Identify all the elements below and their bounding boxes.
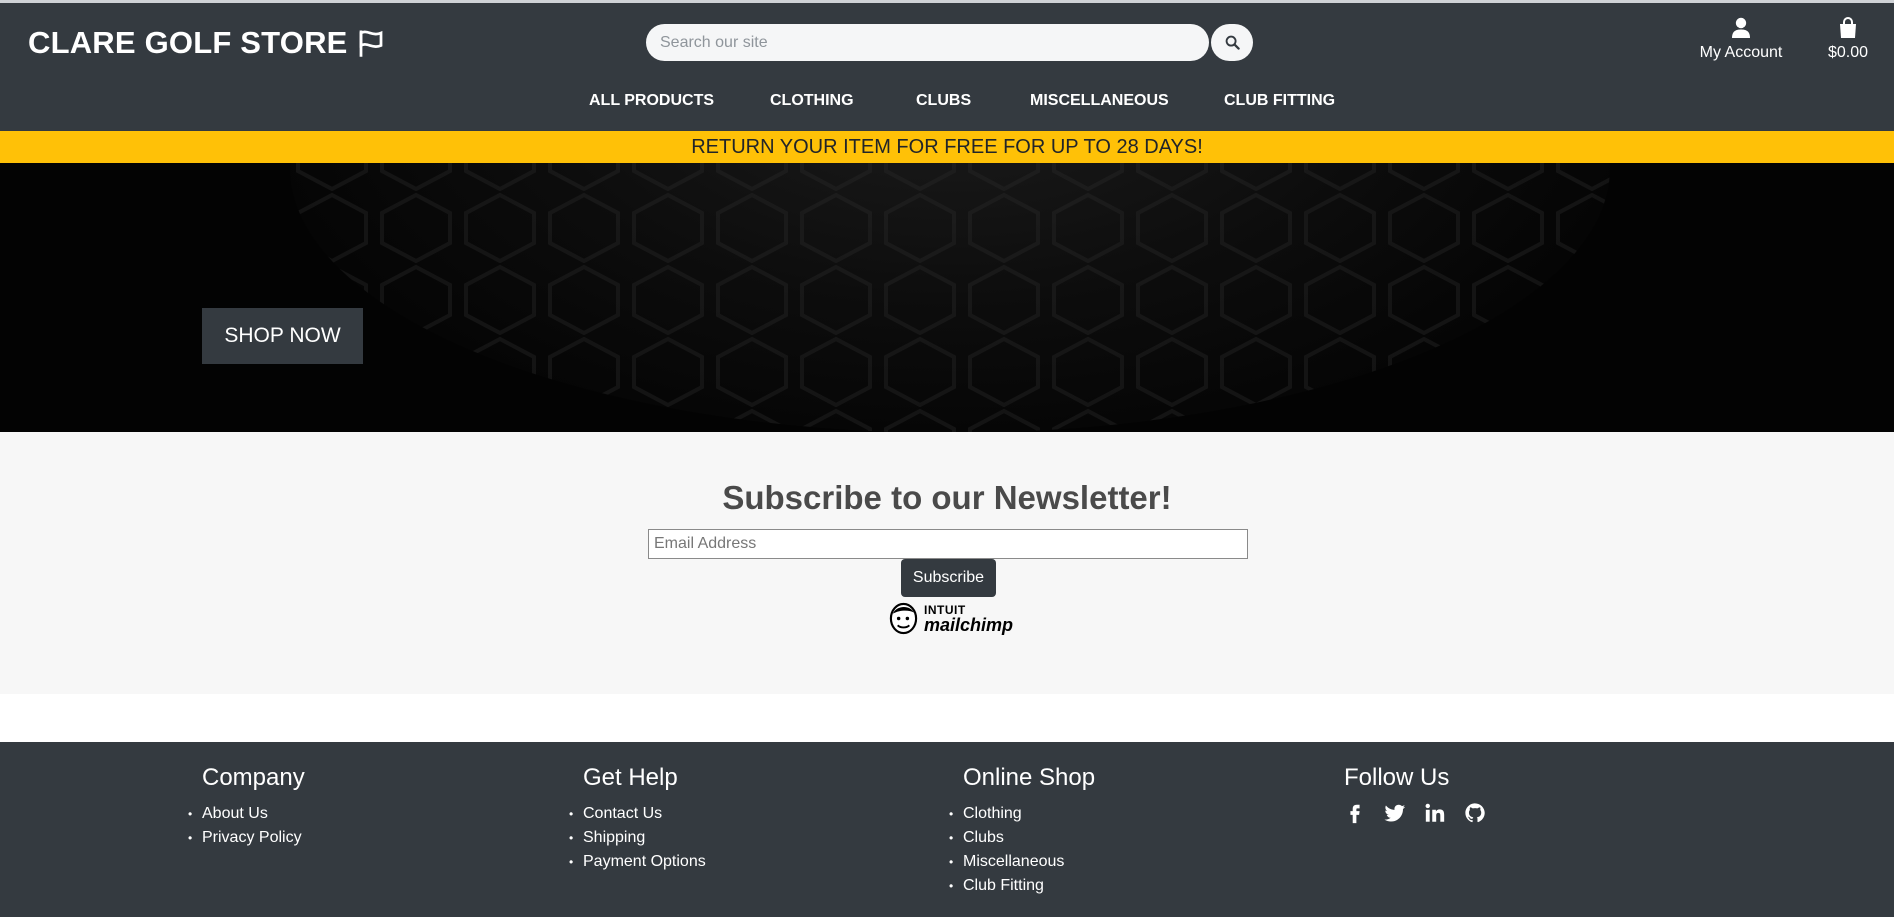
footer-link-shipping[interactable]: Shipping: [583, 829, 645, 846]
newsletter-title: Subscribe to our Newsletter!: [722, 479, 1172, 516]
footer-follow-us: Follow Us: [1344, 764, 1486, 829]
list-item: Privacy Policy: [188, 826, 305, 850]
linkedin-icon: [1425, 803, 1445, 822]
my-account-label: My Account: [1699, 44, 1783, 61]
flag-icon: [359, 30, 382, 57]
footer-heading: Follow Us: [1344, 764, 1450, 791]
linkedin-link[interactable]: [1424, 802, 1446, 829]
footer-heading: Get Help: [583, 764, 678, 791]
my-account-link[interactable]: My Account: [1686, 17, 1796, 62]
list-item: Miscellaneous: [949, 850, 1095, 874]
list-item: Clubs: [949, 826, 1095, 850]
nav-clubs[interactable]: CLUBS: [916, 92, 971, 110]
cart-link[interactable]: $0.00: [1818, 17, 1878, 62]
github-link[interactable]: [1464, 802, 1486, 829]
hero-section: SHOP NOW: [0, 163, 1894, 432]
footer-heading: Online Shop: [963, 764, 1096, 791]
main-nav: ALL PRODUCTS CLOTHING CLUBS MISCELLANEOU…: [0, 92, 1894, 116]
newsletter-section: Subscribe to our Newsletter! Subscribe I…: [0, 432, 1894, 694]
footer-online-shop: Online Shop Clothing Clubs Miscellaneous…: [949, 764, 1096, 898]
footer-link-privacy-policy[interactable]: Privacy Policy: [202, 829, 302, 846]
twitter-icon: [1384, 804, 1406, 822]
footer-company: Company About Us Privacy Policy: [188, 764, 305, 850]
social-links: [1344, 802, 1486, 829]
mailchimp-freddie-icon: [889, 602, 918, 635]
footer-link-list: Clothing Clubs Miscellaneous Club Fittin…: [949, 802, 1095, 898]
list-item: Shipping: [569, 826, 706, 850]
footer-link-list: About Us Privacy Policy: [188, 802, 305, 850]
nav-miscellaneous[interactable]: MISCELLANEOUS: [1030, 92, 1169, 110]
footer-link-club-fitting[interactable]: Club Fitting: [963, 877, 1044, 894]
search-icon: [1225, 35, 1240, 50]
facebook-link[interactable]: [1344, 802, 1366, 829]
footer-get-help: Get Help Contact Us Shipping Payment Opt…: [569, 764, 706, 874]
returns-banner: RETURN YOUR ITEM FOR FREE FOR UP TO 28 D…: [0, 131, 1894, 163]
list-item: Contact Us: [569, 802, 706, 826]
list-item: About Us: [188, 802, 305, 826]
nav-clothing[interactable]: CLOTHING: [770, 92, 854, 110]
cart-total: $0.00: [1827, 44, 1869, 61]
mailchimp-main-text: mailchimp: [924, 614, 1014, 635]
site-footer: Company About Us Privacy Policy Get Help…: [0, 742, 1894, 917]
list-item: Club Fitting: [949, 874, 1095, 898]
nav-all-products[interactable]: ALL PRODUCTS: [589, 92, 714, 110]
footer-link-list: Contact Us Shipping Payment Options: [569, 802, 706, 874]
footer-link-clothing[interactable]: Clothing: [963, 805, 1022, 822]
facebook-icon: [1350, 804, 1360, 824]
subscribe-button[interactable]: Subscribe: [901, 559, 996, 597]
hero-golf-ball-image: [290, 163, 1610, 432]
mailchimp-badge[interactable]: INTUIT mailchimp: [888, 602, 1013, 635]
footer-link-clubs[interactable]: Clubs: [963, 829, 1004, 846]
shop-now-button[interactable]: SHOP NOW: [202, 308, 363, 364]
list-item: Clothing: [949, 802, 1095, 826]
list-item: Payment Options: [569, 850, 706, 874]
twitter-link[interactable]: [1384, 802, 1406, 829]
site-header: CLARE GOLF STORE My Account $0.00 ALL PR…: [0, 3, 1894, 131]
golf-ball-dimples: [290, 163, 1610, 432]
search-form: [646, 24, 1253, 61]
footer-heading: Company: [202, 764, 305, 791]
footer-link-about-us[interactable]: About Us: [202, 805, 268, 822]
brand-name: CLARE GOLF STORE: [28, 25, 348, 60]
footer-link-contact-us[interactable]: Contact Us: [583, 805, 662, 822]
mailchimp-wordmark: INTUIT mailchimp: [924, 604, 1013, 634]
email-field[interactable]: [648, 529, 1248, 559]
brand-logo[interactable]: CLARE GOLF STORE: [28, 25, 386, 61]
footer-link-payment-options[interactable]: Payment Options: [583, 853, 706, 870]
user-icon: [1732, 17, 1750, 38]
search-input[interactable]: [646, 24, 1209, 61]
mailchimp-intuit-text: INTUIT: [924, 602, 966, 617]
github-icon: [1465, 803, 1485, 823]
nav-club-fitting[interactable]: CLUB FITTING: [1224, 92, 1335, 110]
footer-link-miscellaneous[interactable]: Miscellaneous: [963, 853, 1064, 870]
returns-banner-text: RETURN YOUR ITEM FOR FREE FOR UP TO 28 D…: [691, 136, 1203, 158]
search-button[interactable]: [1211, 24, 1253, 61]
shopping-bag-icon: [1840, 17, 1856, 38]
